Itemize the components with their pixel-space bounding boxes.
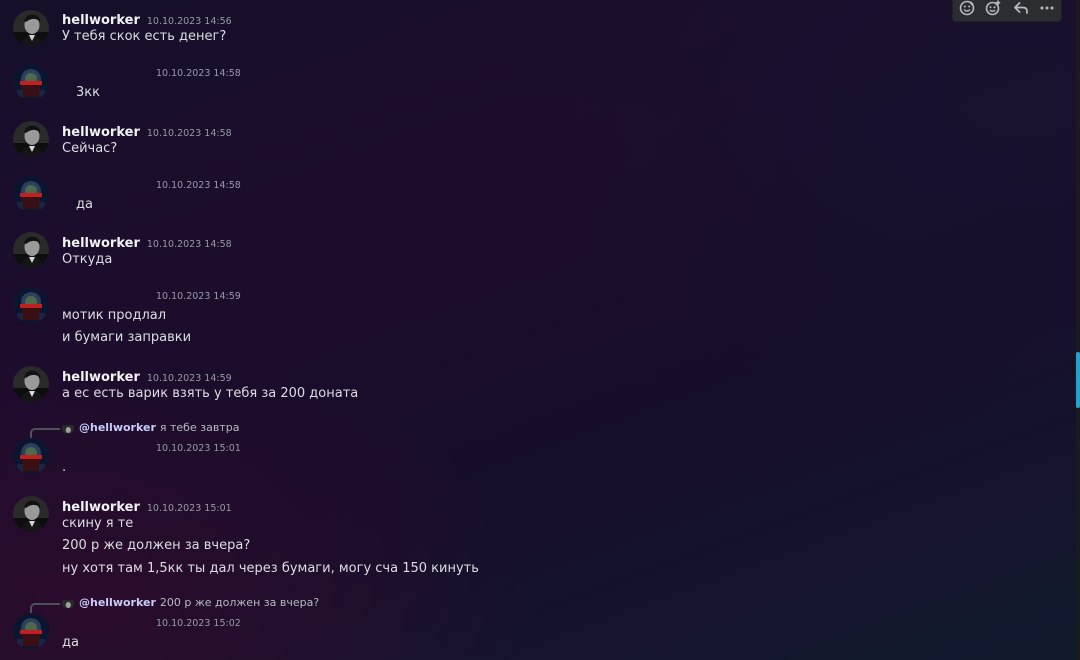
timestamp: 10.10.2023 14:58 xyxy=(146,128,232,139)
reply-preview[interactable]: @hellworker 200 р же должен за вчера? xyxy=(79,596,319,609)
message-text: скину я те xyxy=(62,516,134,531)
reply-icon[interactable] xyxy=(1011,0,1031,17)
timestamp: 10.10.2023 15:01 xyxy=(156,443,241,454)
message-actions-toolbar xyxy=(952,0,1062,22)
reply-text: 200 р же должен за вчера? xyxy=(159,596,320,609)
message-text: ну хотя там 1,5кк ты дал через бумаги, м… xyxy=(62,561,479,576)
reply-mention[interactable]: @hellworker xyxy=(79,421,156,434)
avatar[interactable] xyxy=(13,438,49,474)
username[interactable]: hellworker xyxy=(62,13,140,28)
avatar[interactable] xyxy=(13,121,49,157)
timestamp: 10.10.2023 14:58 xyxy=(156,180,241,191)
username[interactable]: hellworker xyxy=(62,500,140,515)
message-text: 200 р же должен за вчера? xyxy=(62,538,251,553)
message-text: и бумаги заправки xyxy=(62,330,192,345)
message-header: hellworker 10.10.2023 14:59 xyxy=(62,366,232,385)
timestamp: 10.10.2023 15:02 xyxy=(156,618,241,629)
message-text: мотик продлал xyxy=(62,308,167,323)
add-super-reaction-icon[interactable] xyxy=(957,0,977,17)
add-reaction-icon[interactable] xyxy=(983,0,1003,17)
timestamp: 10.10.2023 14:59 xyxy=(156,291,241,302)
avatar[interactable] xyxy=(13,366,49,402)
avatar[interactable] xyxy=(13,287,49,323)
reply-text: я тебе завтра xyxy=(159,421,240,434)
avatar[interactable] xyxy=(13,176,49,212)
message-text: 3кк xyxy=(76,85,100,100)
username[interactable]: hellworker xyxy=(62,370,140,385)
message-text: . xyxy=(62,460,67,475)
message-text: Откуда xyxy=(62,252,113,267)
chat-messages: hellworker 10.10.2023 14:56 У тебя скок е… xyxy=(0,0,1076,660)
message-text: да xyxy=(62,635,79,650)
avatar[interactable] xyxy=(13,496,49,532)
message-header: hellworker 10.10.2023 15:01 xyxy=(62,496,232,515)
avatar[interactable] xyxy=(13,64,49,100)
reply-mention[interactable]: @hellworker xyxy=(79,596,156,609)
scrollbar-track[interactable] xyxy=(1076,0,1080,660)
more-icon[interactable] xyxy=(1037,0,1057,17)
message-header: hellworker 10.10.2023 14:56 xyxy=(62,9,232,28)
reply-avatar xyxy=(62,597,74,609)
reply-preview[interactable]: @hellworker я тебе завтра xyxy=(79,421,239,434)
message-text: а ес есть варик взять у тебя за 200 дона… xyxy=(62,386,359,401)
timestamp: 10.10.2023 15:01 xyxy=(146,503,232,514)
message-text: Сейчас? xyxy=(62,141,118,156)
username[interactable]: hellworker xyxy=(62,125,140,140)
timestamp: 10.10.2023 14:58 xyxy=(156,68,241,79)
username[interactable]: hellworker xyxy=(62,236,140,251)
timestamp: 10.10.2023 14:56 xyxy=(146,16,232,27)
message-text: да xyxy=(76,197,93,212)
message-header: hellworker 10.10.2023 14:58 xyxy=(62,121,232,140)
timestamp: 10.10.2023 14:59 xyxy=(146,373,232,384)
reply-avatar xyxy=(62,422,74,434)
timestamp: 10.10.2023 14:58 xyxy=(146,239,232,250)
scrollbar-thumb[interactable] xyxy=(1076,352,1080,408)
avatar[interactable] xyxy=(13,232,49,268)
avatar[interactable] xyxy=(13,10,49,46)
message-text: У тебя скок есть денег? xyxy=(62,29,227,44)
avatar[interactable] xyxy=(13,613,49,649)
message-header: hellworker 10.10.2023 14:58 xyxy=(62,232,232,251)
